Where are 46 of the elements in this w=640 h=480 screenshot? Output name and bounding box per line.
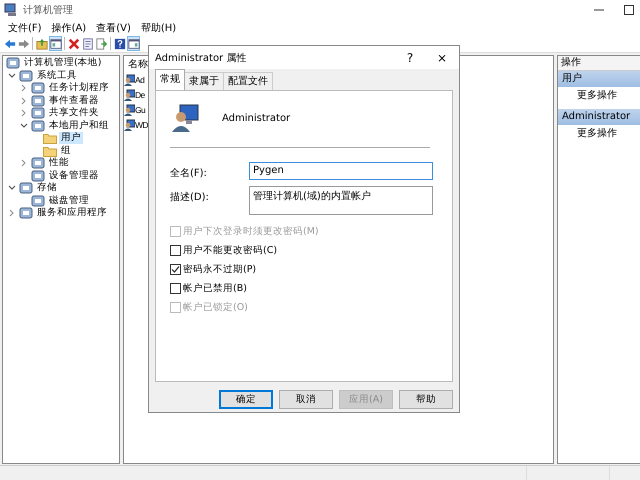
tab[interactable]: 配置文件: [223, 72, 273, 90]
tree-item[interactable]: 设备管理器: [47, 170, 101, 182]
tree-item[interactable]: 本地用户和组: [47, 120, 111, 132]
tree-item[interactable]: 组: [59, 144, 73, 157]
checkbox-label: 用户下次登录时须更改密码(M): [183, 224, 319, 238]
checkbox-label: 帐户已禁用(B): [183, 282, 247, 294]
list-item[interactable]: Ad: [135, 74, 144, 84]
tree-item[interactable]: 事件查看器: [47, 94, 101, 107]
action-link[interactable]: 更多操作: [558, 125, 640, 143]
tree-item[interactable]: 计算机管理(本地): [22, 57, 104, 70]
dialog-button[interactable]: 取消: [279, 390, 333, 409]
tree-item[interactable]: 性能: [47, 157, 71, 170]
menu-item[interactable]: 帮助(H): [140, 20, 176, 34]
actions-section-header[interactable]: 用户: [558, 71, 640, 87]
column-header[interactable]: 名称: [128, 57, 148, 71]
checkbox-label: 用户不能更改密码(C): [183, 244, 278, 256]
list-item[interactable]: WD: [135, 120, 148, 130]
help-button[interactable]: ?: [399, 50, 421, 64]
tree-item[interactable]: 服务和应用程序: [35, 207, 109, 220]
checkbox-label: 密码永不过期(P): [183, 262, 256, 276]
tree-item[interactable]: 任务计划程序: [47, 82, 111, 94]
tree-item[interactable]: 共享文件夹: [47, 107, 101, 120]
textarea-field[interactable]: 管理计算机(域)的内置帐户: [249, 186, 433, 215]
tree-item[interactable]: 用户: [59, 132, 83, 144]
checkbox-label: 帐户已锁定(O): [183, 300, 248, 314]
dialog-button[interactable]: 帮助: [399, 390, 453, 409]
tree-item[interactable]: 系统工具: [35, 70, 79, 82]
menu-item[interactable]: 操作(A): [52, 20, 86, 34]
menu-item[interactable]: 文件(F): [8, 20, 42, 34]
actions-section-header[interactable]: Administrator: [558, 109, 640, 125]
user-name: Administrator: [222, 112, 290, 124]
list-item[interactable]: Gu: [135, 104, 146, 114]
input-field[interactable]: Pygen: [249, 162, 433, 180]
action-link[interactable]: 更多操作: [558, 87, 640, 105]
field-label: 全名(F):: [170, 167, 208, 180]
tab[interactable]: 常规: [155, 69, 185, 90]
window-title: 计算机管理: [23, 4, 73, 17]
actions-header: 操作: [558, 56, 640, 71]
menu-item[interactable]: 查看(V): [96, 20, 131, 34]
close-button[interactable]: ×: [431, 50, 453, 64]
field-label: 描述(D):: [170, 190, 210, 205]
list-item[interactable]: De: [135, 90, 145, 100]
dialog-button[interactable]: 确定: [219, 390, 273, 409]
dialog-title: Administrator 属性: [155, 52, 246, 64]
tree-item[interactable]: 磁盘管理: [47, 194, 91, 207]
tree-item[interactable]: 存储: [35, 182, 59, 194]
